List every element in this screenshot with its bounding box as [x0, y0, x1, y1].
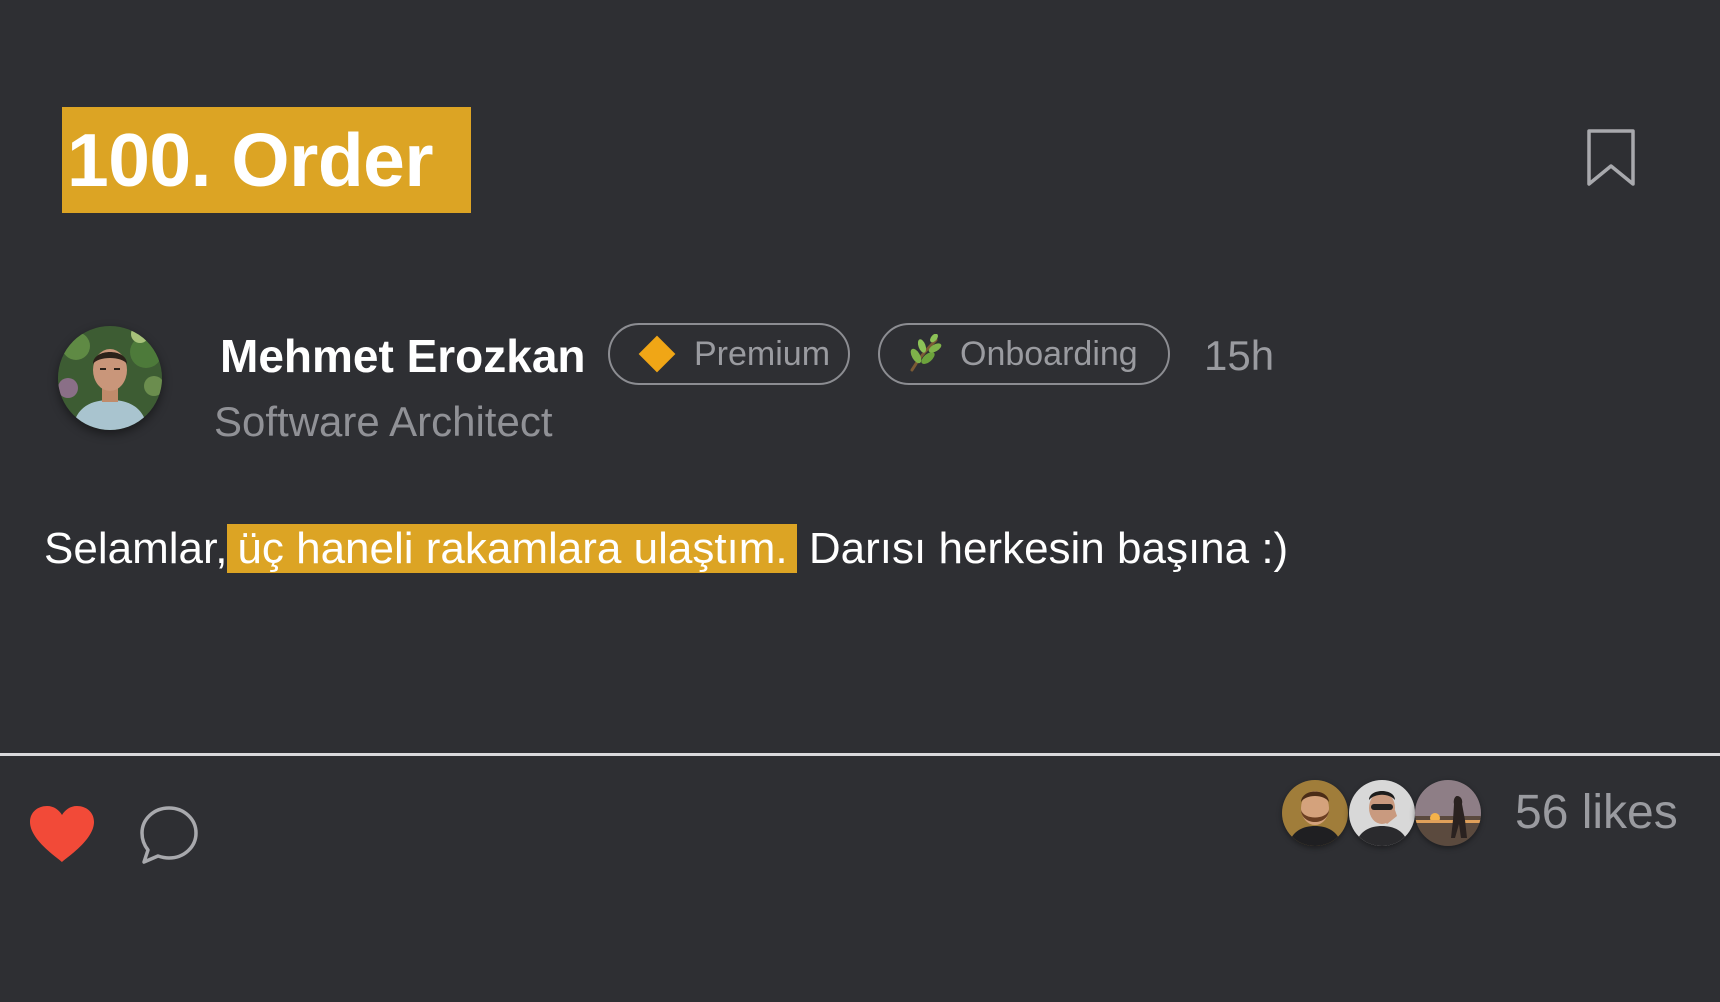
liker-photo: [1415, 780, 1481, 846]
post-body-intro: Selamlar,: [44, 524, 228, 573]
like-button[interactable]: [28, 804, 96, 864]
post-body-highlight: üç haneli rakamlara ulaştım.: [227, 524, 797, 573]
post-timestamp: 15h: [1204, 332, 1275, 379]
liker-photo: [1282, 780, 1348, 846]
liker-avatar[interactable]: [1282, 780, 1348, 846]
author-role: Software Architect: [214, 398, 553, 445]
post-title: 100. Order: [62, 107, 471, 213]
comment-icon: [140, 806, 198, 864]
liker-avatar[interactable]: [1415, 780, 1481, 846]
footer-divider: [0, 753, 1720, 756]
post-body: Selamlar, üç haneli rakamlara ulaştım. Da…: [44, 520, 1288, 578]
author-photo: [58, 326, 162, 430]
author-avatar[interactable]: [58, 326, 162, 430]
diamond-icon: [638, 335, 676, 373]
bookmark-button[interactable]: [1585, 128, 1637, 188]
author-name[interactable]: Mehmet Erozkan: [220, 326, 586, 386]
comment-button[interactable]: [138, 804, 200, 866]
onboarding-badge-label: Onboarding: [960, 334, 1138, 373]
heart-icon: [30, 806, 94, 862]
premium-badge[interactable]: Premium: [608, 323, 850, 385]
liker-avatar[interactable]: [1349, 780, 1415, 846]
bookmark-icon: [1587, 129, 1635, 186]
liker-photo: [1349, 780, 1415, 846]
likes-count[interactable]: 56 likes: [1515, 784, 1678, 842]
sprout-icon: [910, 334, 942, 372]
post-body-outro: Darısı herkesin başına :): [796, 524, 1289, 573]
onboarding-badge[interactable]: Onboarding: [878, 323, 1170, 385]
premium-badge-label: Premium: [694, 334, 831, 373]
